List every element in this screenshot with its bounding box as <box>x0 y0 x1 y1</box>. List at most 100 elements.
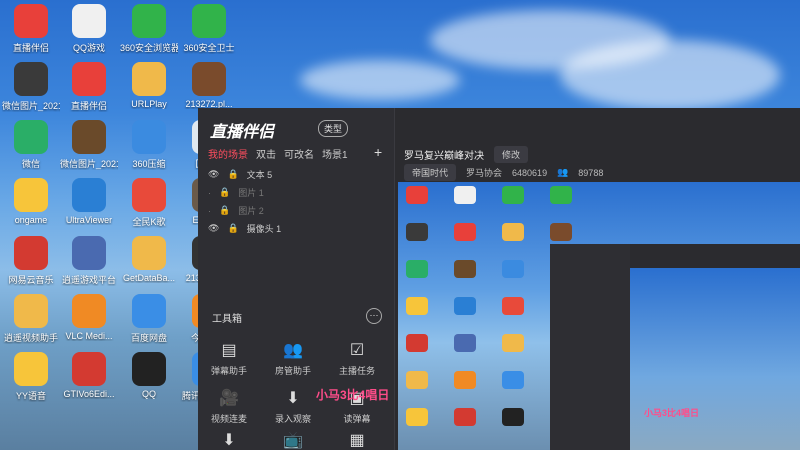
desktop-icon[interactable]: 微信 <box>2 120 60 170</box>
toolbox-title: 工具箱 <box>212 314 242 325</box>
lock-icon[interactable]: 🔒 <box>219 187 230 198</box>
edit-button[interactable]: 修改 <box>494 146 529 163</box>
live-icon <box>72 62 106 96</box>
desktop-icon[interactable]: URLPlay <box>120 62 178 109</box>
lock-icon[interactable]: 🔒 <box>227 169 238 180</box>
desktop-icon[interactable]: 360压缩 <box>120 120 178 170</box>
desktop-icon[interactable]: GetDataBa... <box>120 236 178 283</box>
tool-task[interactable]: ☑ 主播任务 <box>330 340 384 377</box>
desktop-icon-label: UltraViewer <box>65 215 113 225</box>
lock-icon[interactable]: 🔒 <box>219 205 230 216</box>
image-file-icon <box>454 260 476 278</box>
source-item[interactable]: 👁 🔒 摄像头 1 <box>208 222 281 235</box>
tool-more-3[interactable]: ▦ <box>330 430 384 454</box>
music-icon <box>406 334 428 352</box>
desktop-icon[interactable]: 360安全卫士 <box>180 4 238 54</box>
lock-icon[interactable]: 🔒 <box>227 223 238 234</box>
qq-game-icon <box>454 186 476 204</box>
desktop-icon[interactable]: 直播伴侣 <box>2 4 60 54</box>
desktop-icon[interactable]: 百度网盘 <box>120 294 178 344</box>
desktop-icon[interactable]: 网易云音乐 <box>2 236 60 286</box>
type-badge[interactable]: 类型 <box>318 120 349 137</box>
cloud <box>560 40 780 110</box>
karaoke-icon <box>132 178 166 212</box>
tool-more-2[interactable]: 📺 <box>266 430 320 454</box>
stream-preview <box>398 182 800 450</box>
grid-icon: ▦ <box>349 432 365 449</box>
nested-left-panel <box>550 244 630 450</box>
image-file-icon <box>550 223 572 241</box>
qq-icon <box>132 352 166 386</box>
desktop-icon[interactable]: 全民K歌 <box>120 178 178 228</box>
desktop-icon[interactable]: UltraViewer <box>60 178 118 225</box>
room-header: 罗马复兴巅峰对决 修改 <box>404 146 529 163</box>
hidden-icon[interactable]: · <box>208 188 211 198</box>
tab-my-scene[interactable]: 我的场景 <box>208 146 248 161</box>
cloud <box>300 60 460 100</box>
hidden-icon[interactable]: · <box>208 206 211 216</box>
tool-video-link[interactable]: 🎥 视频连麦 <box>202 388 256 425</box>
source-label: 图片 1 <box>238 188 264 198</box>
source-item[interactable]: 👁 🔒 文本 5 <box>208 168 272 181</box>
desktop-icon-label: 360压缩 <box>132 159 166 169</box>
tool-danmaku[interactable]: ▤ 弹幕助手 <box>202 340 256 377</box>
desktop-icon[interactable]: VLC Medi... <box>60 294 118 341</box>
source-item[interactable]: · 🔒 图片 1 <box>208 186 264 199</box>
live-icon <box>14 4 48 38</box>
karaoke-icon <box>502 297 524 315</box>
watermark-text: 小马3比4唱日 <box>316 388 390 402</box>
desktop-icon-label: 微信图片_2021021... <box>2 101 60 111</box>
tab-renamable[interactable]: 可改名 <box>284 146 314 161</box>
desktop-icon[interactable]: 逍遥视频助手 <box>2 294 60 344</box>
cloud-icon <box>502 371 524 389</box>
nested-app-window <box>550 244 800 450</box>
yy-icon <box>14 352 48 386</box>
desktop-icon-label: 360安全浏览器 <box>120 43 178 53</box>
vlc-icon <box>72 294 106 328</box>
tab-double-click[interactable]: 双击 <box>256 146 276 161</box>
desktop-icon[interactable]: QQ <box>120 352 178 399</box>
game-platform-icon <box>454 334 476 352</box>
desktop-icon[interactable]: 微信图片_2021030... <box>60 120 118 170</box>
archive-icon <box>132 120 166 154</box>
desktop-icon[interactable]: 360安全浏览器 <box>120 4 178 54</box>
desktop-icon[interactable]: QQ游戏 <box>60 4 118 54</box>
tool-room-manager[interactable]: 👥 房管助手 <box>266 340 320 377</box>
desktop-icon[interactable]: ongame <box>2 178 60 225</box>
desktop-icon-label: 网易云音乐 <box>8 275 54 285</box>
desktop-icon[interactable]: GTIVo6Edi... <box>60 352 118 399</box>
desktop-icon[interactable]: YY语音 <box>2 352 60 402</box>
image-file-icon <box>14 62 48 96</box>
tab-scene-1[interactable]: 场景1 <box>322 146 348 161</box>
desktop-icon[interactable]: 微信图片_2021021... <box>2 62 60 112</box>
qq-game-icon <box>72 4 106 38</box>
fans-count: 89788 <box>578 167 604 178</box>
desktop-icon-label: GetDataBa... <box>122 273 176 283</box>
source-label: 图片 2 <box>238 206 264 216</box>
remote-icon <box>72 178 106 212</box>
source-item[interactable]: · 🔒 图片 2 <box>208 204 264 217</box>
desktop-icon-label: GTIVo6Edi... <box>63 389 115 399</box>
desktop-icon[interactable]: 213272.pl... <box>180 62 238 109</box>
tool-download[interactable]: ⬇ 录入观察 <box>266 388 320 425</box>
app-logo: 直播伴侣 <box>210 124 275 141</box>
live-icon <box>454 223 476 241</box>
eye-icon[interactable]: 👁 <box>208 169 219 180</box>
add-scene-button[interactable]: + <box>374 144 382 160</box>
more-icon[interactable]: ⋯ <box>366 308 382 324</box>
desktop-icon[interactable]: 逍遥游戏平台 <box>60 236 118 286</box>
desktop-icon-label: VLC Medi... <box>65 331 113 341</box>
image-file-icon <box>406 223 428 241</box>
tool-more-1[interactable]: ⬇ <box>202 430 256 454</box>
eye-icon[interactable]: 👁 <box>208 223 219 234</box>
nested-preview <box>630 268 800 450</box>
category-badge[interactable]: 帝国时代 <box>404 164 457 181</box>
desktop-icon-label: 直播伴侣 <box>70 101 107 111</box>
source-label: 文本 5 <box>246 170 273 180</box>
video-icon <box>406 371 428 389</box>
source-label: 摄像头 1 <box>246 224 282 234</box>
remote-icon <box>454 297 476 315</box>
wechat-icon <box>406 260 428 278</box>
desktop-icon[interactable]: 直播伴侣 <box>60 62 118 112</box>
desktop-icon-label: 逍遥视频助手 <box>3 333 58 343</box>
